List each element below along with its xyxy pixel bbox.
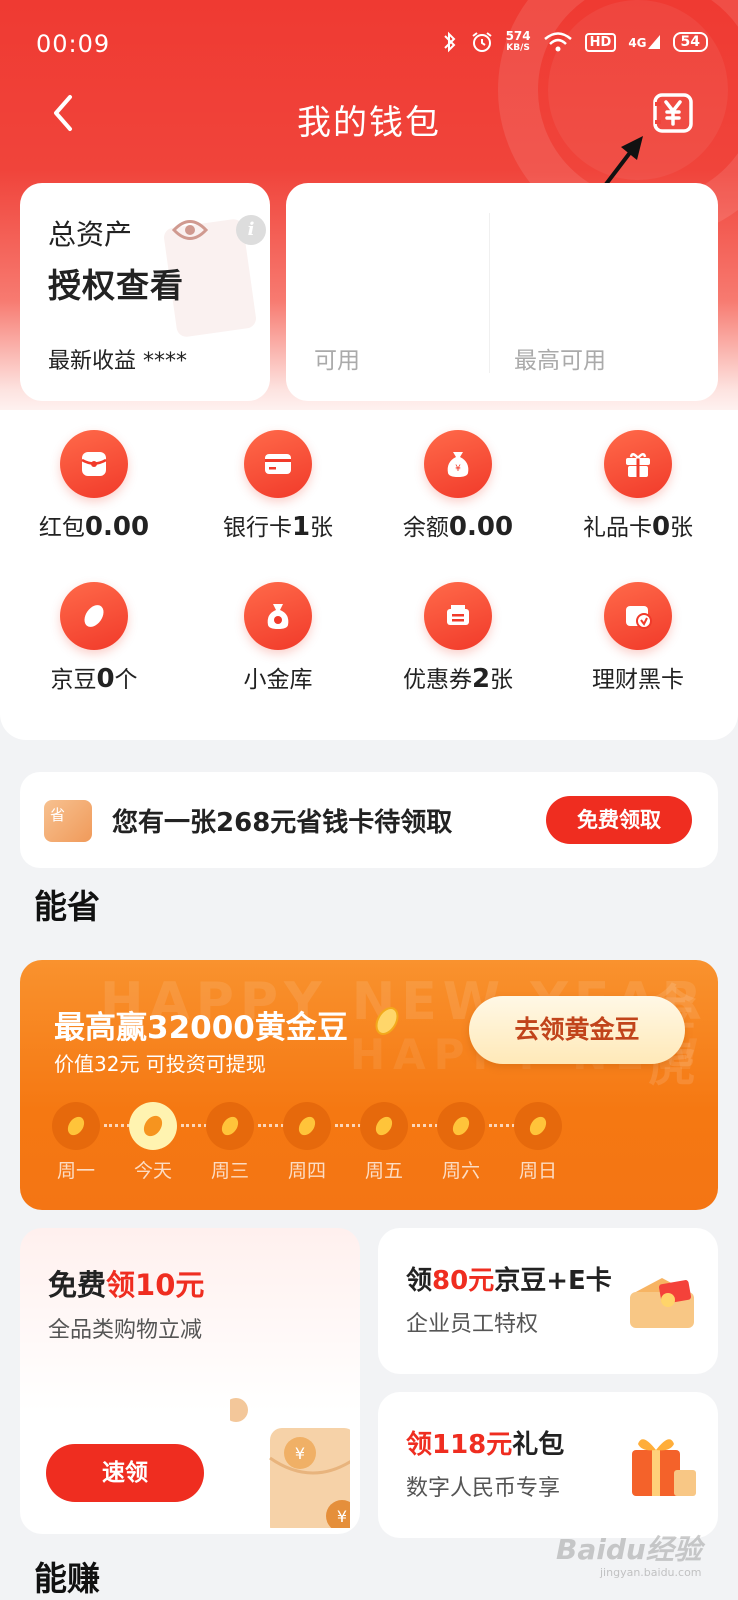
gift-box-icon <box>632 1439 696 1496</box>
divider <box>489 213 490 373</box>
gold-bean-icon <box>375 1007 399 1035</box>
grid-label: 理财黑卡 <box>592 667 684 693</box>
eye-icon[interactable] <box>172 217 208 243</box>
total-assets-card[interactable]: 总资产 i 授权查看 最新收益 **** <box>20 183 270 401</box>
total-assets-label: 总资产 <box>48 218 133 251</box>
vault-icon <box>244 582 312 650</box>
grid-item-balance[interactable]: ¥ 余额0.00 <box>366 430 550 542</box>
gold-bean-icon <box>283 1102 331 1150</box>
grid-label: 小金库 <box>243 667 313 693</box>
gold-bean-card[interactable]: HAPPY NEW YEAR HAPPY NEW YEAR 金虎 最高赢3200… <box>20 960 718 1210</box>
signal-icon <box>647 35 660 49</box>
bill-icon[interactable] <box>652 91 694 135</box>
section-title-save: 能省 <box>34 887 100 926</box>
card-title: 领118元礼包 <box>406 1430 565 1460</box>
signal-indicator: 4G <box>628 34 660 50</box>
grid-item-coupon[interactable]: 优惠券2张 <box>366 582 550 694</box>
free-claim-button[interactable]: 免费领取 <box>546 796 692 844</box>
status-time: 00:09 <box>36 30 111 58</box>
gift-icon <box>604 430 672 498</box>
savings-card-promo[interactable]: 省 您有一张268元省钱卡待领取 免费领取 <box>20 772 718 868</box>
red-packet-icon <box>60 430 128 498</box>
status-bar: 00:09 574 KB/S HD 4G 54 <box>0 0 738 90</box>
checkin-day[interactable]: 周日 <box>508 1102 568 1183</box>
bank-card-icon <box>244 430 312 498</box>
grid-label: 京豆0个 <box>50 664 138 694</box>
checkin-day[interactable]: 周三 <box>200 1102 260 1183</box>
grid-item-bank-card[interactable]: 银行卡1张 <box>186 430 370 542</box>
grid-item-vip-card[interactable]: 理财黑卡 <box>546 582 730 694</box>
top-nav: 我的钱包 <box>0 85 738 145</box>
grid-label: 银行卡1张 <box>222 512 334 542</box>
max-available-label: 最高可用 <box>514 348 606 374</box>
status-icons: 574 KB/S HD 4G 54 <box>442 30 708 54</box>
coupon-subtitle: 全品类购物立减 <box>48 1318 203 1343</box>
credit-card[interactable]: 可用 最高可用 <box>286 183 718 401</box>
money-bag-icon: ¥ <box>424 430 492 498</box>
checkin-day-today[interactable]: 今天 <box>123 1102 183 1183</box>
savings-card-icon: 省 <box>44 800 92 842</box>
battery-indicator: 54 <box>672 32 708 52</box>
coupon-icon <box>424 582 492 650</box>
card-subtitle: 企业员工特权 <box>406 1312 539 1337</box>
gold-subtitle: 价值32元 可投资可提现 <box>54 1052 266 1076</box>
grid-label: 红包0.00 <box>38 512 150 542</box>
checkin-day[interactable]: 周六 <box>431 1102 491 1183</box>
alarm-icon <box>471 32 492 52</box>
latest-income: 最新收益 **** <box>48 349 187 374</box>
wallet-icon <box>630 1278 694 1328</box>
svg-text:¥: ¥ <box>295 1444 305 1463</box>
baidu-watermark: Baidu经验 <box>556 1533 702 1566</box>
day-label: 周四 <box>287 1160 326 1182</box>
quick-claim-button[interactable]: 速领 <box>46 1444 204 1502</box>
svg-text:¥: ¥ <box>337 1507 347 1526</box>
gold-title: 最高赢32000黄金豆 <box>54 1010 348 1046</box>
total-assets-value[interactable]: 授权查看 <box>48 259 184 307</box>
available-label: 可用 <box>314 348 360 374</box>
bluetooth-icon <box>443 31 455 53</box>
grid-item-gift-card[interactable]: 礼品卡0张 <box>546 430 730 542</box>
grid-label: 礼品卡0张 <box>582 512 694 542</box>
baidu-watermark-url: jingyan.baidu.com <box>600 1566 702 1579</box>
day-label: 周一 <box>56 1160 95 1182</box>
promo-text: 您有一张268元省钱卡待领取 <box>112 808 453 838</box>
gold-bean-icon <box>360 1102 408 1150</box>
bean-icon <box>60 582 128 650</box>
card-subtitle: 数字人民币专享 <box>406 1476 561 1501</box>
day-label: 周六 <box>441 1160 480 1182</box>
network-speed: 574 KB/S <box>505 29 531 53</box>
free-10-yuan-card[interactable]: 免费领10元 全品类购物立减 速领 ¥ ¥ <box>20 1228 360 1534</box>
gift-package-promo[interactable]: 领118元礼包 数字人民币专享 <box>378 1392 718 1538</box>
page-title: 我的钱包 <box>297 103 441 143</box>
grid-label: 优惠券2张 <box>402 664 514 694</box>
vip-card-icon <box>604 582 672 650</box>
wifi-icon <box>543 32 572 52</box>
grid-item-red-packet[interactable]: 红包0.00 <box>2 430 186 542</box>
section-title-earn: 能赚 <box>34 1559 100 1598</box>
day-label: 周日 <box>518 1160 557 1182</box>
gold-bean-icon <box>129 1102 177 1150</box>
gold-bean-icon <box>52 1102 100 1150</box>
grid-label: 余额0.00 <box>402 512 514 542</box>
day-label: 周五 <box>364 1160 403 1182</box>
grid-item-jd-beans[interactable]: 京豆0个 <box>2 582 186 694</box>
day-label: 今天 <box>133 1160 172 1182</box>
claim-gold-bean-button[interactable]: 去领黄金豆 <box>469 996 685 1064</box>
coupon-title: 免费领10元 <box>48 1268 205 1302</box>
jd-beans-ecard-promo[interactable]: 领80元京豆+E卡 企业员工特权 <box>378 1228 718 1374</box>
gold-bean-icon <box>514 1102 562 1150</box>
checkin-day[interactable]: 周四 <box>277 1102 337 1183</box>
wallet-grid: 红包0.00 银行卡1张 ¥ 余额0.00 礼品卡0张 京豆0个 小金库 优惠券… <box>0 410 738 740</box>
card-title: 领80元京豆+E卡 <box>406 1266 612 1296</box>
grid-item-vault[interactable]: 小金库 <box>186 582 370 694</box>
hd-badge: HD <box>584 32 617 52</box>
info-icon[interactable]: i <box>236 215 266 245</box>
checkin-day[interactable]: 周一 <box>46 1102 106 1183</box>
envelope-icon: ¥ ¥ <box>230 1398 350 1528</box>
svg-text:¥: ¥ <box>455 464 461 474</box>
gold-bean-icon <box>206 1102 254 1150</box>
checkin-day[interactable]: 周五 <box>354 1102 414 1183</box>
gold-bean-icon <box>437 1102 485 1150</box>
day-label: 周三 <box>210 1160 249 1182</box>
